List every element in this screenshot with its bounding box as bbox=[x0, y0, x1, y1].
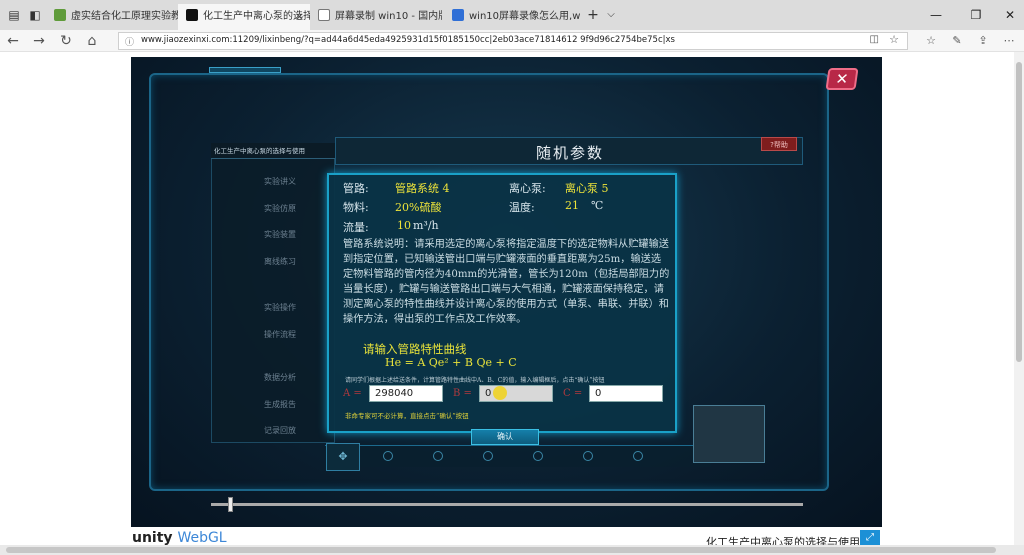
b-label: B = bbox=[453, 388, 472, 399]
dialog-title: 随机参数 bbox=[535, 144, 604, 162]
tab-label: win10屏幕录像怎么用,win10 bbox=[469, 11, 580, 22]
restore-button[interactable]: ❐ bbox=[966, 7, 986, 23]
random-params-panel: 管路: 管路系统 4 离心泵: 离心泵 5 物料: 20%硫酸 温度: 21 ℃… bbox=[327, 173, 677, 433]
fullscreen-button[interactable]: ⤢ bbox=[860, 530, 880, 546]
sidebar-item[interactable]: 实验装置 bbox=[232, 227, 328, 243]
close-icon: ✕ bbox=[834, 70, 850, 88]
unity-favicon-icon bbox=[186, 9, 198, 21]
horizontal-scrollbar[interactable] bbox=[0, 545, 1024, 555]
tool-icon[interactable] bbox=[383, 451, 393, 461]
tab-3[interactable]: 屏幕录制 win10 - 国内版 Bi bbox=[310, 4, 442, 30]
sidebar-item[interactable]: 实验讲义 bbox=[232, 174, 328, 190]
tab-label: 虚实结合化工原理实验教学 bbox=[71, 11, 178, 22]
c-input[interactable]: 0 bbox=[589, 385, 663, 402]
confirm-button[interactable]: 确认 bbox=[471, 429, 539, 445]
unity-logo-text: unity bbox=[132, 530, 173, 546]
minimize-button[interactable]: — bbox=[926, 7, 946, 23]
favorites-hub-icon[interactable]: ☆ bbox=[922, 32, 940, 50]
vertical-scrollbar[interactable] bbox=[1014, 52, 1024, 545]
hud-top-bar bbox=[209, 67, 281, 73]
share-icon[interactable]: ⇪ bbox=[974, 32, 992, 50]
url-input[interactable]: ⓘ www.jiaozexinxi.com:11209/lixinbeng/?q… bbox=[118, 32, 908, 50]
pump-label: 离心泵: bbox=[509, 182, 546, 195]
curve-equation: He = A Qe² + B Qe + C bbox=[385, 356, 517, 369]
material-value: 20%硫酸 bbox=[395, 201, 442, 214]
pen-notes-icon[interactable]: ✎ bbox=[948, 32, 966, 50]
flow-value: 10 bbox=[397, 219, 411, 232]
temperature-value: 21 bbox=[565, 199, 579, 212]
tool-icon[interactable] bbox=[583, 451, 593, 461]
curve-heading: 请输入管路特性曲线 bbox=[363, 342, 467, 356]
reading-view-icon[interactable]: ◫ bbox=[870, 34, 879, 45]
equipment-preview bbox=[693, 405, 765, 463]
tab-2-active[interactable]: 化工生产中离心泵的选择 × bbox=[178, 4, 310, 30]
tab-1[interactable]: 虚实结合化工原理实验教学 bbox=[46, 4, 178, 30]
browser-window: ▤ ◧ 虚实结合化工原理实验教学 化工生产中离心泵的选择 × 屏幕录制 win1… bbox=[0, 0, 1024, 555]
page-favicon-icon bbox=[452, 9, 464, 21]
tool-icon[interactable] bbox=[633, 451, 643, 461]
address-bar: ← → ↻ ⌂ ⓘ www.jiaozexinxi.com:11209/lixi… bbox=[0, 30, 1024, 52]
flow-label: 流量: bbox=[343, 221, 369, 234]
temperature-unit: ℃ bbox=[591, 199, 604, 212]
sidebar-item[interactable]: 操作流程 bbox=[232, 327, 328, 343]
sidebar-item[interactable]: 离线练习 bbox=[232, 254, 328, 270]
direction-pad-icon[interactable]: ✥ bbox=[326, 443, 360, 471]
refresh-icon[interactable]: ↻ bbox=[57, 32, 75, 50]
page-favicon-icon bbox=[318, 9, 330, 21]
unity-webgl-canvas[interactable]: ✕ 实验讲义 实验仿原 实验装置 离线练习 实验操作 操作流程 数据分析 生成报… bbox=[131, 57, 882, 527]
timeline-track[interactable] bbox=[211, 503, 803, 506]
sidebar-item[interactable]: 数据分析 bbox=[232, 370, 328, 386]
input-hint: 请同学们根据上述给送条件，计算管路特性曲线中A、B、C的值，输入编辑框后，点击“… bbox=[345, 377, 605, 384]
home-icon[interactable]: ⌂ bbox=[83, 32, 101, 50]
material-label: 物料: bbox=[343, 201, 369, 214]
skip-note: 非命专家可不必计算，直接点击“确认”按钮 bbox=[345, 412, 469, 420]
pipeline-label: 管路: bbox=[343, 182, 369, 195]
temperature-label: 温度: bbox=[509, 201, 535, 214]
site-favicon-icon bbox=[54, 9, 66, 21]
tab-close-icon[interactable]: × bbox=[295, 4, 304, 30]
timeline-handle[interactable] bbox=[228, 497, 233, 512]
forward-icon[interactable]: → bbox=[30, 32, 48, 50]
module-title: 化工生产中离心泵的选择与使用 bbox=[211, 143, 335, 159]
sidebar-item[interactable]: 记录回放 bbox=[232, 423, 328, 439]
tab-bar: ▤ ◧ 虚实结合化工原理实验教学 化工生产中离心泵的选择 × 屏幕录制 win1… bbox=[0, 0, 1024, 30]
a-input[interactable]: 298040 bbox=[369, 385, 443, 402]
webgl-logo-text: WebGL bbox=[177, 530, 227, 546]
flow-unit: m³/h bbox=[413, 219, 439, 232]
tool-icon[interactable] bbox=[433, 451, 443, 461]
vertical-scroll-thumb[interactable] bbox=[1016, 62, 1022, 362]
back-icon[interactable]: ← bbox=[4, 32, 22, 50]
favorite-star-icon[interactable]: ☆ bbox=[889, 33, 899, 46]
horizontal-scroll-thumb[interactable] bbox=[6, 547, 996, 553]
tab-label: 屏幕录制 win10 - 国内版 Bi bbox=[335, 11, 442, 22]
b-input[interactable]: 0 bbox=[479, 385, 553, 402]
pipeline-value: 管路系统 4 bbox=[395, 182, 450, 195]
new-tab-icon[interactable]: + bbox=[585, 7, 601, 23]
sidebar-item[interactable]: 实验操作 bbox=[232, 300, 328, 316]
dialog-header: 随机参数 bbox=[335, 137, 803, 165]
a-label: A = bbox=[343, 388, 362, 399]
game-close-button[interactable]: ✕ bbox=[825, 68, 859, 90]
help-button[interactable]: ?帮助 bbox=[761, 137, 797, 151]
tool-icon[interactable] bbox=[483, 451, 493, 461]
c-label: C = bbox=[563, 388, 583, 399]
sidebar-item[interactable]: 生成报告 bbox=[232, 397, 328, 413]
fullscreen-icon: ⤢ bbox=[866, 532, 874, 543]
sidebar-item[interactable]: 实验仿原 bbox=[232, 201, 328, 217]
sidebar-menu: 实验讲义 实验仿原 实验装置 离线练习 实验操作 操作流程 数据分析 生成报告 … bbox=[211, 143, 335, 443]
pipeline-description: 管路系统说明：请采用选定的离心泵将指定温度下的选定物料从贮罐输送到指定位置，已知… bbox=[343, 239, 670, 325]
unity-webgl-logo: unity WebGL bbox=[132, 530, 227, 546]
more-icon[interactable]: ⋯ bbox=[1000, 32, 1018, 50]
mouse-cursor-highlight bbox=[493, 386, 507, 400]
window-close-button[interactable]: ✕ bbox=[1000, 7, 1020, 23]
tab-menu-icon[interactable]: ⌵ bbox=[603, 7, 619, 23]
hud-toolbar bbox=[325, 445, 711, 467]
url-text: www.jiaozexinxi.com:11209/lixinbeng/?q=a… bbox=[141, 35, 675, 45]
info-icon: ⓘ bbox=[125, 38, 135, 48]
pump-value: 离心泵 5 bbox=[565, 182, 609, 195]
tab-sets-icon[interactable]: ◧ bbox=[27, 7, 43, 23]
tab-list-icon[interactable]: ▤ bbox=[6, 7, 22, 23]
tool-icon[interactable] bbox=[533, 451, 543, 461]
tab-4[interactable]: win10屏幕录像怎么用,win10 bbox=[444, 4, 580, 30]
